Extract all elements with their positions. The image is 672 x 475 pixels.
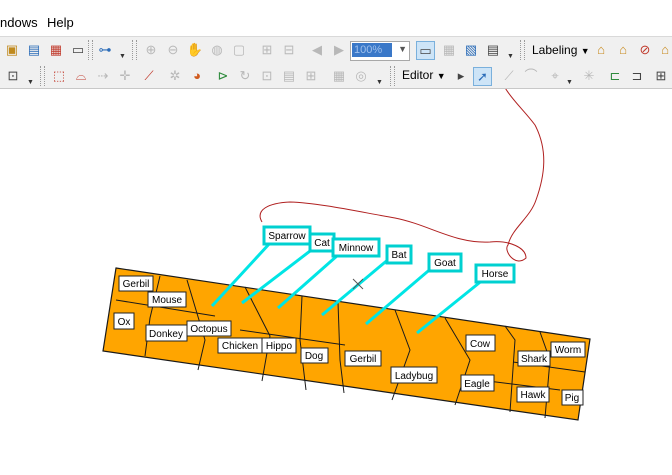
toolbar-grip[interactable] bbox=[132, 40, 137, 60]
map-display[interactable]: Sparrow Cat Minnow Bat Goat Horse Gerbil… bbox=[0, 69, 672, 470]
globe-icon[interactable]: ◕ bbox=[188, 67, 206, 85]
menu-help[interactable]: Help bbox=[47, 15, 74, 30]
cut-polygons-icon[interactable]: ⟋ bbox=[140, 67, 158, 85]
menu-bar: ndows Help bbox=[0, 0, 672, 36]
polygon-label[interactable]: Chicken bbox=[222, 341, 258, 352]
arctoolbox-icon[interactable]: ▦ bbox=[47, 41, 65, 59]
polygon-label[interactable]: Octopus bbox=[190, 324, 227, 335]
polygon-label[interactable]: Mouse bbox=[152, 295, 182, 306]
polygon-label[interactable]: Pig bbox=[565, 393, 579, 404]
go-back-icon[interactable]: ◀ bbox=[308, 41, 326, 59]
zoom-in-icon[interactable]: ⊡ bbox=[4, 67, 22, 85]
explode-icon[interactable]: ✲ bbox=[166, 67, 184, 85]
rotate-icon[interactable]: ↻ bbox=[236, 67, 254, 85]
model-builder-icon[interactable]: ⊶ bbox=[96, 41, 114, 59]
reshape-icon[interactable]: ⊡ bbox=[258, 67, 276, 85]
clip-icon[interactable]: ▦ bbox=[330, 67, 348, 85]
straight-segment-icon[interactable]: ⟋ bbox=[500, 67, 518, 85]
tools-toolbar: ⊡ ▼ ⬚ ⌓ ⇢ ✛ ⟋ ✲ ◕ ⊳ ↻ ⊡ ▤ ⊞ ▦ ◎ ▼ Editor… bbox=[0, 63, 672, 89]
pan-icon[interactable]: ✋ bbox=[186, 41, 204, 59]
toolbar-dropdown-arrow[interactable]: ▼ bbox=[376, 79, 383, 86]
zoom-in-fixed-icon[interactable]: ⊕ bbox=[142, 41, 160, 59]
editor-menu[interactable]: Editor ▼ bbox=[402, 66, 446, 85]
chevron-down-icon[interactable]: ▼ bbox=[398, 44, 407, 54]
map-topology-icon[interactable]: ⊞ bbox=[652, 67, 670, 85]
toolbar-dropdown-arrow[interactable]: ▼ bbox=[27, 79, 34, 86]
polygon-label[interactable]: Eagle bbox=[464, 379, 490, 390]
label-manager-icon[interactable]: ⌂ bbox=[592, 41, 610, 59]
labeling-menu[interactable]: Labeling ▼ bbox=[532, 41, 590, 60]
move-icon[interactable]: ⇢ bbox=[94, 67, 112, 85]
pause-labeling-icon[interactable]: ⊘ bbox=[636, 41, 654, 59]
map-canvas[interactable]: Sparrow Cat Minnow Bat Goat Horse Gerbil… bbox=[0, 69, 672, 470]
go-forward-icon[interactable]: ▶ bbox=[330, 41, 348, 59]
polygon-label[interactable]: Worm bbox=[555, 345, 581, 356]
lock-labels-icon[interactable]: ⌂ bbox=[614, 41, 632, 59]
toolbar-dropdown-arrow[interactable]: ▼ bbox=[507, 53, 514, 60]
polygon-label[interactable]: Cow bbox=[470, 339, 491, 350]
callout-label[interactable]: Sparrow bbox=[268, 231, 306, 242]
catalog-window-icon[interactable]: ▤ bbox=[25, 41, 43, 59]
attributes-icon[interactable]: ⊳ bbox=[214, 67, 232, 85]
data-driven-pages-icon[interactable]: ▤ bbox=[484, 41, 502, 59]
polygon-label[interactable]: Shark bbox=[521, 354, 548, 365]
editor-menu-label: Editor bbox=[402, 68, 434, 82]
edit-tool-icon[interactable]: ▸ bbox=[452, 67, 470, 85]
chevron-down-icon: ▼ bbox=[436, 71, 446, 81]
polygon-label[interactable]: Ox bbox=[118, 317, 131, 328]
buffer-icon[interactable]: ◎ bbox=[352, 67, 370, 85]
merge-icon[interactable]: ▤ bbox=[280, 67, 298, 85]
topology-edit-icon[interactable]: ⊏ bbox=[606, 67, 624, 85]
sketch-properties-icon[interactable]: ✳ bbox=[580, 67, 598, 85]
polygon-label[interactable]: Gerbil bbox=[350, 354, 377, 365]
chevron-down-icon: ▼ bbox=[580, 46, 590, 56]
polygon-label[interactable]: Dog bbox=[305, 351, 323, 362]
menu-windows[interactable]: ndows bbox=[0, 15, 38, 30]
polygon-label[interactable]: Hippo bbox=[266, 341, 293, 352]
split-icon[interactable]: ✛ bbox=[116, 67, 134, 85]
toolbar-grip[interactable] bbox=[390, 66, 395, 86]
fixed-zoom-out-icon[interactable]: ⊟ bbox=[280, 41, 298, 59]
polygon-label[interactable]: Donkey bbox=[149, 329, 183, 340]
union-icon[interactable]: ⊞ bbox=[302, 67, 320, 85]
focus-data-frame-icon[interactable]: ▦ bbox=[440, 41, 458, 59]
labeling-menu-label: Labeling bbox=[532, 43, 578, 57]
select-features-icon[interactable]: ⬚ bbox=[50, 67, 68, 85]
polygon-label[interactable]: Gerbil bbox=[123, 279, 150, 290]
toolbar-dropdown-arrow[interactable]: ▼ bbox=[566, 79, 573, 86]
toolbar-grip[interactable] bbox=[520, 40, 525, 60]
open-icon[interactable]: ▣ bbox=[3, 41, 21, 59]
zoom-whole-page-icon[interactable]: ▢ bbox=[230, 41, 248, 59]
callout-label[interactable]: Goat bbox=[434, 258, 456, 269]
toolbar-grip[interactable] bbox=[88, 40, 93, 60]
toolbar-grip[interactable] bbox=[40, 66, 45, 86]
edit-annotation-tool-icon[interactable]: ➚ bbox=[473, 67, 492, 86]
callout-label[interactable]: Horse bbox=[482, 269, 509, 280]
edit-vertices-icon[interactable]: ⌓ bbox=[72, 67, 90, 85]
callout-label[interactable]: Minnow bbox=[339, 243, 374, 254]
zoom-percent-combo[interactable]: 100% ▼ bbox=[350, 41, 410, 61]
trace-icon[interactable]: ⌖ bbox=[546, 67, 564, 85]
polygon-label[interactable]: Ladybug bbox=[395, 371, 433, 382]
python-window-icon[interactable]: ▭ bbox=[69, 41, 87, 59]
change-layout-icon[interactable]: ▧ bbox=[462, 41, 480, 59]
view-unplaced-labels-icon[interactable]: ⌂ bbox=[656, 41, 672, 59]
toggle-draft-mode-icon[interactable]: ▭ bbox=[416, 41, 435, 60]
full-extent-icon[interactable]: ◍ bbox=[208, 41, 226, 59]
polygon-label[interactable]: Hawk bbox=[520, 390, 546, 401]
end-point-arc-icon[interactable]: ⌒ bbox=[522, 67, 540, 85]
crosshair-cursor-icon bbox=[352, 278, 364, 290]
fixed-zoom-in-icon[interactable]: ⊞ bbox=[258, 41, 276, 59]
callout-label-group: Sparrow Cat Minnow Bat Goat Horse bbox=[262, 225, 516, 284]
callout-label[interactable]: Bat bbox=[391, 250, 406, 261]
zoom-percent-value: 100% bbox=[352, 43, 392, 57]
callout-label[interactable]: Cat bbox=[314, 238, 330, 249]
standard-toolbar: ▣ ▤ ▦ ▭ ⊶ ▼ ⊕ ⊖ ✋ ◍ ▢ ⊞ ⊟ ◀ ▶ 100% ▼ ▭ ▦… bbox=[0, 36, 672, 64]
zoom-out-fixed-icon[interactable]: ⊖ bbox=[164, 41, 182, 59]
toolbar-dropdown-arrow[interactable]: ▼ bbox=[119, 53, 126, 60]
shared-features-icon[interactable]: ⊐ bbox=[628, 67, 646, 85]
